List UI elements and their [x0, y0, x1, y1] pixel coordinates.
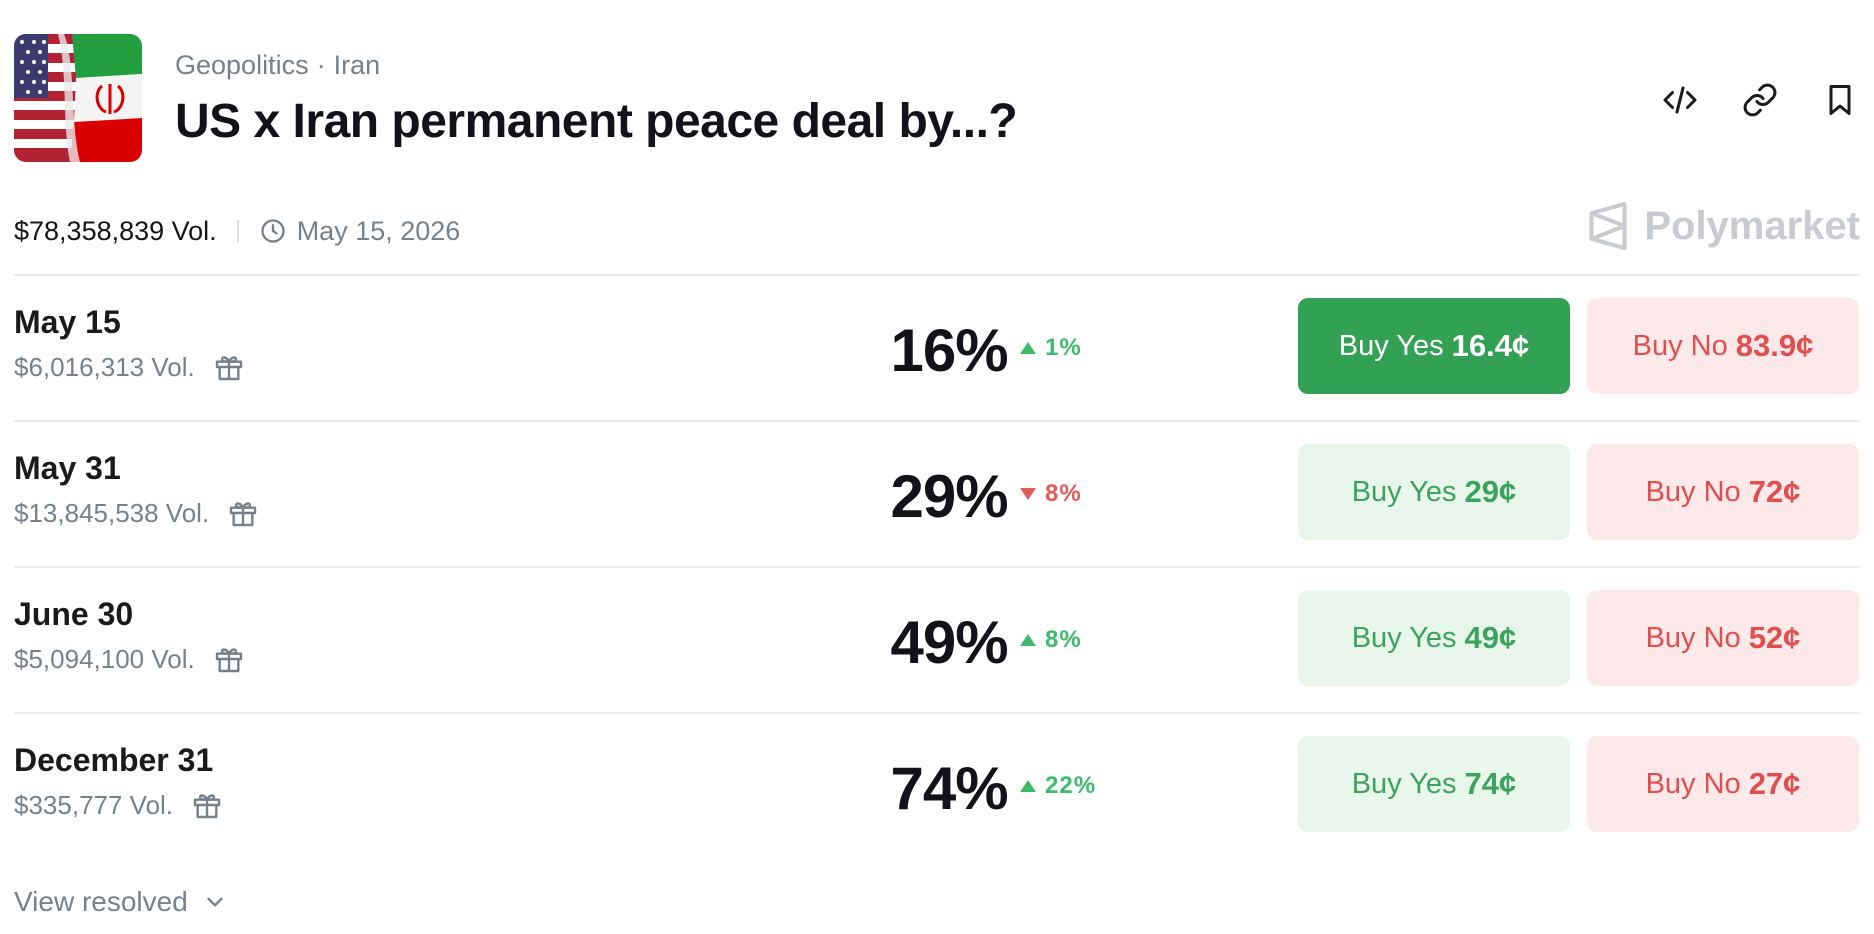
total-volume: $78,358,839 Vol.: [14, 215, 217, 246]
market-row[interactable]: May 31 $13,845,538 Vol. 29% 8% Buy Yes 29¢ Buy…: [14, 420, 1860, 567]
buy-yes-button[interactable]: Buy Yes 29¢: [1298, 444, 1570, 540]
market-volume: $13,845,538 Vol.: [14, 497, 259, 529]
market-header: Geopolitics · Iran US x Iran permanent pea…: [14, 34, 1860, 164]
breadcrumb-separator: ·: [316, 50, 326, 80]
probability-change: 1%: [1019, 334, 1082, 362]
market-volume-text: $335,777 Vol.: [14, 789, 174, 820]
market-probability: 29%: [890, 463, 1008, 530]
buy-yes-label: Buy Yes: [1351, 475, 1457, 508]
buy-no-price: 27¢: [1748, 766, 1801, 801]
page-title: US x Iran permanent peace deal by...?: [175, 95, 1018, 148]
market-row[interactable]: December 31 $335,777 Vol. 74% 22% Buy Yes 74¢…: [14, 712, 1860, 859]
buy-yes-label: Buy Yes: [1338, 329, 1444, 362]
market-probability: 49%: [890, 609, 1008, 676]
buy-yes-button[interactable]: Buy Yes 16.4¢: [1298, 298, 1570, 394]
change-value: 1%: [1045, 334, 1082, 361]
probability-change: 8%: [1019, 480, 1082, 508]
buy-yes-button[interactable]: Buy Yes 49¢: [1298, 590, 1570, 686]
buy-no-label: Buy No: [1632, 329, 1728, 362]
market-date: December 31: [14, 742, 214, 778]
buy-yes-price: 16.4¢: [1451, 328, 1530, 363]
arrow-down-icon: [1020, 488, 1036, 500]
polymarket-icon: [1589, 202, 1627, 250]
end-date-text: May 15, 2026: [296, 215, 461, 246]
flag-graphic: [14, 34, 142, 162]
probability-change: 22%: [1019, 772, 1096, 800]
market-probability: 16%: [890, 317, 1008, 384]
buy-no-button[interactable]: Buy No 52¢: [1587, 590, 1859, 686]
chevron-down-icon: [207, 897, 223, 907]
breadcrumb: Geopolitics · Iran: [175, 50, 380, 81]
buy-no-button[interactable]: Buy No 27¢: [1587, 736, 1859, 832]
market-volume: $5,094,100 Vol.: [14, 643, 245, 675]
market-label: December 31 $335,777 Vol.: [14, 742, 223, 821]
buy-yes-price: 49¢: [1464, 620, 1517, 655]
view-resolved-label: View resolved: [14, 886, 188, 917]
buy-yes-label: Buy Yes: [1351, 621, 1457, 654]
gift-icon[interactable]: [213, 351, 245, 383]
market-card: Geopolitics · Iran US x Iran permanent pea…: [0, 0, 1874, 934]
gift-icon[interactable]: [227, 497, 259, 529]
buy-yes-price: 74¢: [1464, 766, 1517, 801]
arrow-up-icon: [1020, 342, 1036, 354]
market-volume-text: $6,016,313 Vol.: [14, 351, 195, 382]
buy-no-button[interactable]: Buy No 83.9¢: [1587, 298, 1859, 394]
market-row[interactable]: May 15 $6,016,313 Vol. 16% 1% Buy Yes 16.4¢ Bu…: [14, 274, 1860, 421]
market-row[interactable]: June 30 $5,094,100 Vol. 49% 8% Buy Yes 49¢ Buy…: [14, 566, 1860, 713]
end-date: May 15, 2026: [259, 215, 461, 247]
market-volume-text: $13,845,538 Vol.: [14, 497, 210, 528]
bookmark-button[interactable]: [1820, 80, 1860, 120]
copy-link-button[interactable]: [1740, 80, 1780, 120]
market-probability: 74%: [890, 755, 1008, 822]
market-volume: $6,016,313 Vol.: [14, 351, 245, 383]
bookmark-icon: [1829, 85, 1851, 115]
market-date: June 30: [14, 596, 134, 632]
buy-no-price: 72¢: [1748, 474, 1801, 509]
embed-icon: [1663, 86, 1697, 114]
buy-yes-button[interactable]: Buy Yes 74¢: [1298, 736, 1570, 832]
market-label: June 30 $5,094,100 Vol.: [14, 596, 245, 675]
market-meta: $78,358,839 Vol. May 15, 2026: [14, 206, 460, 256]
breadcrumb-subcategory[interactable]: Iran: [334, 50, 381, 80]
brand-name: Polymarket: [1644, 203, 1860, 248]
market-label: May 31 $13,845,538 Vol.: [14, 450, 259, 529]
market-volume-text: $5,094,100 Vol.: [14, 643, 195, 674]
buy-no-label: Buy No: [1645, 475, 1741, 508]
clock-icon: [261, 219, 285, 243]
market-date: May 15: [14, 304, 121, 340]
market-volume: $335,777 Vol.: [14, 789, 223, 821]
buy-no-label: Buy No: [1645, 767, 1741, 800]
view-resolved-button[interactable]: View resolved: [14, 886, 228, 918]
buy-yes-price: 29¢: [1464, 474, 1517, 509]
embed-button[interactable]: [1660, 80, 1700, 120]
gift-icon[interactable]: [191, 789, 223, 821]
arrow-up-icon: [1020, 780, 1036, 792]
breadcrumb-category[interactable]: Geopolitics: [175, 50, 309, 80]
market-date: May 31: [14, 450, 121, 486]
buy-no-price: 83.9¢: [1735, 328, 1814, 363]
header-actions: [1660, 80, 1860, 120]
meta-divider: [236, 220, 239, 242]
us-iran-flags-image[interactable]: [14, 34, 142, 162]
buy-yes-label: Buy Yes: [1351, 767, 1457, 800]
polymarket-logo: Polymarket: [1586, 202, 1860, 250]
arrow-up-icon: [1020, 634, 1036, 646]
change-value: 8%: [1045, 626, 1082, 653]
link-icon: [1743, 83, 1777, 117]
buy-no-label: Buy No: [1645, 621, 1741, 654]
change-value: 22%: [1045, 772, 1097, 799]
probability-change: 8%: [1019, 626, 1082, 654]
gift-icon[interactable]: [213, 643, 245, 675]
change-value: 8%: [1045, 480, 1082, 507]
buy-no-price: 52¢: [1748, 620, 1801, 655]
buy-no-button[interactable]: Buy No 72¢: [1587, 444, 1859, 540]
market-label: May 15 $6,016,313 Vol.: [14, 304, 245, 383]
